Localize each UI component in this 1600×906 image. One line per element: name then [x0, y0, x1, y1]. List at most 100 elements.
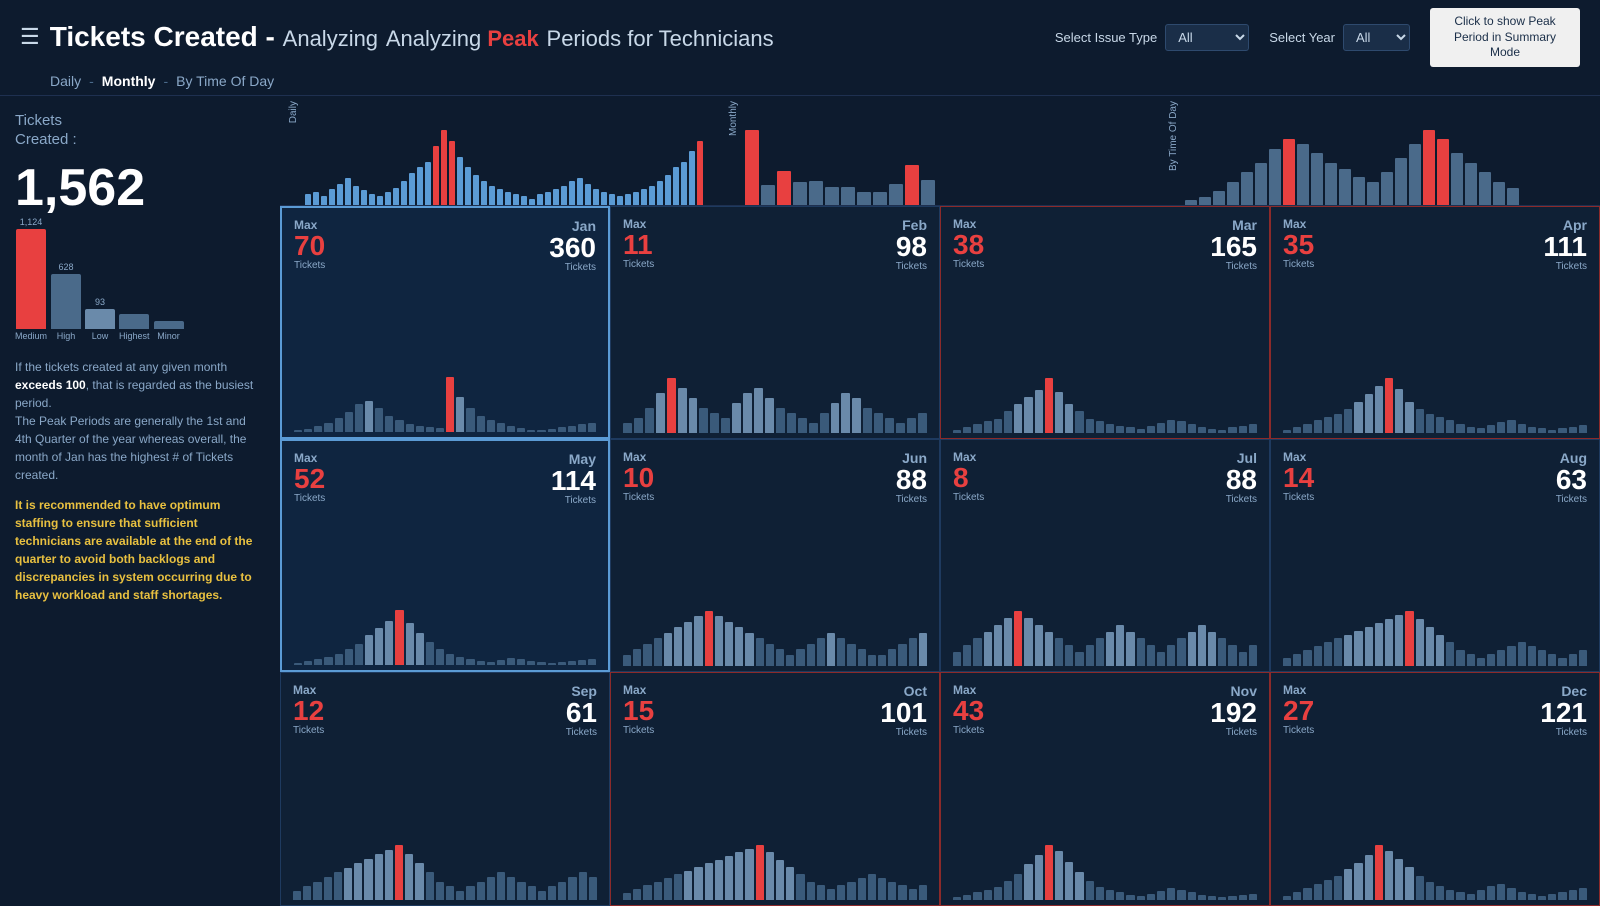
mini-chart-bytime: By Time Of Day	[1160, 96, 1600, 205]
month-card-dec[interactable]: Max 27 Tickets Dec 121 Tickets	[1270, 672, 1600, 905]
chart-bar	[1106, 424, 1114, 433]
month-card-sep[interactable]: Max 12 Tickets Sep 61 Tickets	[280, 672, 610, 905]
month-card-may[interactable]: Max 52 Tickets May 114 Tickets	[280, 439, 610, 672]
month-card-jul[interactable]: Max 8 Tickets Jul 88 Tickets	[940, 439, 1270, 672]
mini-bar	[321, 196, 327, 205]
mini-bar	[513, 194, 519, 205]
tab-daily[interactable]: Daily	[50, 73, 81, 89]
chart-bar	[1487, 886, 1495, 900]
chart-bar	[699, 408, 708, 433]
chart-bar	[1177, 421, 1185, 433]
title-main: Tickets Created	[50, 21, 258, 52]
chart-bar	[868, 655, 876, 666]
chart-bar	[1035, 855, 1043, 900]
menu-icon[interactable]: ☰	[20, 24, 40, 50]
chart-bar	[1538, 650, 1546, 666]
chart-bar	[721, 418, 730, 433]
chart-bar	[548, 886, 556, 900]
chart-bar	[725, 856, 733, 900]
card-header-sep: Max 12 Tickets Sep 61 Tickets	[293, 683, 597, 738]
month-card-jun[interactable]: Max 10 Tickets Jun 88 Tickets	[610, 439, 940, 672]
chart-bar	[1518, 642, 1526, 666]
month-card-jan[interactable]: Max 70 Tickets Jan 360 Tickets	[280, 206, 610, 439]
chart-bar	[436, 649, 444, 665]
tickets-label: Tickets	[1556, 727, 1587, 738]
chart-bar	[1024, 618, 1032, 666]
chart-bar	[1004, 411, 1012, 433]
chart-bar	[754, 388, 763, 433]
mini-chart-daily: Daily	[280, 96, 720, 205]
year-select[interactable]: All 2021 2022 2023	[1343, 24, 1410, 51]
mini-bar	[809, 181, 823, 205]
chart-bar	[354, 863, 362, 900]
chart-bar	[588, 423, 596, 432]
chart-bar	[1188, 892, 1196, 900]
chart-bar	[1467, 654, 1475, 666]
chart-bar	[1324, 417, 1332, 433]
mini-bar	[1185, 200, 1197, 205]
tab-by-time[interactable]: By Time Of Day	[176, 73, 274, 89]
chart-bar	[756, 845, 764, 900]
title-dash: -	[266, 21, 283, 52]
tickets-label: Tickets	[896, 494, 927, 505]
mini-bar	[345, 178, 351, 205]
card-header-nov: Max 43 Tickets Nov 192 Tickets	[953, 683, 1257, 738]
chart-bar	[1065, 862, 1073, 900]
chart-bar	[664, 878, 672, 900]
issue-type-select[interactable]: All Bug Feature Support	[1165, 24, 1249, 51]
chart-bar	[852, 398, 861, 433]
chart-bar	[1045, 632, 1053, 666]
chart-bar	[1416, 619, 1424, 666]
mini-bar	[593, 189, 599, 205]
chart-bar	[715, 860, 723, 900]
mini-bar	[1339, 169, 1351, 205]
year-label: Select Year	[1269, 30, 1335, 45]
chart-bar	[909, 638, 917, 666]
tab-monthly[interactable]: Monthly	[102, 73, 156, 89]
chart-bar	[684, 622, 692, 666]
chart-bar	[1188, 424, 1196, 433]
info-text: If the tickets created at any given mont…	[15, 358, 265, 484]
chart-bar	[817, 638, 825, 666]
chart-bar	[1293, 654, 1301, 666]
month-card-aug[interactable]: Max 14 Tickets Aug 63 Tickets	[1270, 439, 1600, 672]
chart-bar	[1218, 897, 1226, 900]
mini-charts-row: Daily Monthly By Time Of Day	[280, 96, 1600, 206]
chart-bar	[335, 418, 343, 432]
chart-bar	[466, 886, 474, 900]
chart-bar	[1249, 645, 1257, 666]
mini-bar	[1297, 144, 1309, 205]
chart-bar	[395, 420, 403, 432]
peak-mode-button[interactable]: Click to show Peak Period in Summary Mod…	[1430, 8, 1580, 67]
month-card-mar[interactable]: Max 38 Tickets Mar 165 Tickets	[940, 206, 1270, 439]
chart-bar	[994, 887, 1002, 900]
tickets-label: Tickets	[566, 727, 597, 738]
chart-bar	[705, 863, 713, 900]
chart-bar	[1075, 411, 1083, 433]
chart-bar	[1518, 892, 1526, 900]
chart-bar	[623, 655, 631, 666]
chart-bar	[888, 882, 896, 900]
chart-bar	[847, 882, 855, 900]
chart-bar	[725, 622, 733, 666]
chart-bar	[1177, 638, 1185, 666]
chart-bar	[415, 863, 423, 900]
month-card-feb[interactable]: Max 11 Tickets Feb 98 Tickets	[610, 206, 940, 439]
tickets-label: TicketsCreated :	[15, 111, 265, 150]
tickets-value: 88	[896, 466, 927, 494]
chart-bar	[1314, 420, 1322, 433]
chart-bar	[1446, 642, 1454, 666]
chart-bar	[1106, 632, 1114, 666]
chart-bar	[674, 627, 682, 666]
chart-bar	[963, 427, 971, 433]
chart-bar	[528, 886, 536, 900]
chart-bar	[1385, 378, 1393, 433]
month-card-apr[interactable]: Max 35 Tickets Apr 111 Tickets	[1270, 206, 1600, 439]
month-card-nov[interactable]: Max 43 Tickets Nov 192 Tickets	[940, 672, 1270, 905]
chart-bar	[1569, 654, 1577, 666]
chart-bar	[1167, 888, 1175, 900]
chart-bar	[919, 633, 927, 666]
month-card-oct[interactable]: Max 15 Tickets Oct 101 Tickets	[610, 672, 940, 905]
charts-area: Daily Monthly By Time Of Day Max 70 Tick…	[280, 96, 1600, 906]
bar-rect	[119, 314, 149, 329]
